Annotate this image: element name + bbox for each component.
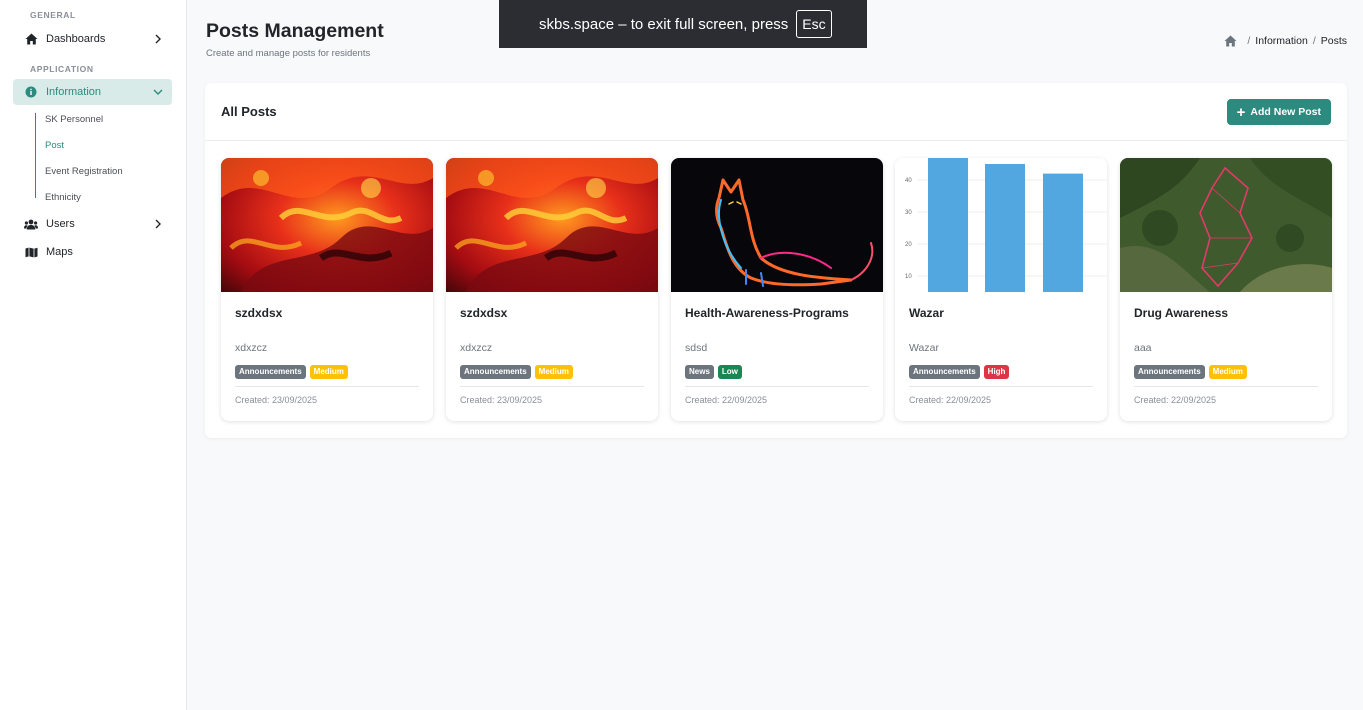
post-title: szdxdsx xyxy=(460,306,508,320)
sidebar-item-label: Dashboards xyxy=(46,33,106,45)
chevron-right-icon xyxy=(152,218,164,230)
breadcrumb-separator: / xyxy=(1247,35,1251,47)
sidebar-item-users[interactable]: Users xyxy=(13,211,172,237)
breadcrumb: / Information / Posts xyxy=(1224,35,1347,47)
fullscreen-message: skbs.space – to exit full screen, press xyxy=(539,15,789,33)
priority-badge: Medium xyxy=(309,365,348,379)
post-badges: News Low xyxy=(685,365,742,379)
card-title: All Posts xyxy=(221,104,277,119)
home-icon xyxy=(24,32,38,46)
sidebar-item-label: Users xyxy=(46,218,75,230)
sidebar-item-label: Maps xyxy=(46,246,73,258)
add-new-post-label: Add New Post xyxy=(1250,106,1321,118)
thumbnail-bar-chart: 40 30 20 10 xyxy=(905,158,1107,292)
post-image-abstract-flame xyxy=(221,158,433,292)
post-description: sdsd xyxy=(685,342,708,354)
add-new-post-button[interactable]: + Add New Post xyxy=(1226,99,1331,125)
esc-key-hint: Esc xyxy=(796,10,832,38)
section-label-general: GENERAL xyxy=(30,10,76,20)
priority-badge: Low xyxy=(717,365,742,379)
chart-bar xyxy=(1043,173,1083,292)
post-description: xdxzcz xyxy=(460,342,493,354)
card-divider xyxy=(909,386,1093,387)
post-badges: Announcements High xyxy=(909,365,1010,379)
sidebar-item-label: Information xyxy=(46,86,102,98)
priority-badge: Medium xyxy=(1208,365,1247,379)
post-image-abstract-flame xyxy=(446,158,658,292)
chart-bar xyxy=(985,164,1025,292)
sidebar-item-information[interactable]: Information xyxy=(13,79,172,105)
post-date: Created: 23/09/2025 xyxy=(460,395,543,405)
post-title: Wazar xyxy=(909,306,944,320)
post-description: Wazar xyxy=(909,342,939,354)
sidebar-subitem-ethnicity[interactable]: Ethnicity xyxy=(45,192,81,203)
chevron-down-icon xyxy=(152,86,164,98)
post-badges: Announcements Medium xyxy=(460,365,573,379)
breadcrumb-posts: Posts xyxy=(1320,35,1347,47)
card-divider xyxy=(235,386,419,387)
card-divider xyxy=(460,386,644,387)
chart-bar xyxy=(928,158,968,292)
sidebar-item-dashboards[interactable]: Dashboards xyxy=(13,26,172,52)
post-badges: Announcements Medium xyxy=(235,365,348,379)
card-divider xyxy=(1134,386,1318,387)
post-date: Created: 23/09/2025 xyxy=(235,395,318,405)
breadcrumb-separator: / xyxy=(1312,35,1316,47)
sidebar-subitem-sk-personnel[interactable]: SK Personnel xyxy=(45,114,103,125)
map-icon xyxy=(24,245,38,259)
post-card[interactable]: szdxdsx xdxzcz Announcements Medium Crea… xyxy=(446,158,658,421)
chevron-right-icon xyxy=(152,33,164,45)
category-badge: Announcements xyxy=(460,365,531,379)
post-description: xdxzcz xyxy=(235,342,268,354)
post-card[interactable]: szdxdsx xdxzcz Announcements Medium Crea… xyxy=(221,158,433,421)
post-card[interactable]: 40 30 20 10 Wazar Wazar Announcements High … xyxy=(895,158,1107,421)
post-date: Created: 22/09/2025 xyxy=(909,395,992,405)
priority-badge: Medium xyxy=(534,365,573,379)
sidebar-subitem-event-registration[interactable]: Event Registration xyxy=(45,166,123,177)
sidebar-item-maps[interactable]: Maps xyxy=(13,239,172,265)
card-header: All Posts + Add New Post xyxy=(205,83,1347,141)
breadcrumb-information[interactable]: Information xyxy=(1255,35,1308,47)
post-badges: Announcements Medium xyxy=(1134,365,1247,379)
post-card[interactable]: Health-Awareness-Programs sdsd News Low … xyxy=(671,158,883,421)
page-title: Posts Management xyxy=(206,20,384,42)
chart-tick-label: 10 xyxy=(905,274,912,280)
card-divider xyxy=(685,386,869,387)
post-date: Created: 22/09/2025 xyxy=(1134,395,1217,405)
plus-icon: + xyxy=(1236,103,1246,121)
section-label-application: APPLICATION xyxy=(30,64,94,74)
home-icon[interactable] xyxy=(1224,35,1237,47)
page-subtitle: Create and manage posts for residents xyxy=(206,48,371,59)
category-badge: Announcements xyxy=(909,365,980,379)
chart-tick-label: 40 xyxy=(905,178,912,184)
all-posts-card: All Posts + Add New Post szdxdsx xdxzcz … xyxy=(205,83,1347,438)
sidebar-subitem-post[interactable]: Post xyxy=(45,140,64,151)
info-circle-icon xyxy=(24,85,38,99)
users-icon xyxy=(24,217,38,231)
post-image-bar-chart: 40 30 20 10 xyxy=(895,158,1107,292)
fullscreen-notification: skbs.space – to exit full screen, press … xyxy=(499,0,867,48)
sidebar: GENERAL Dashboards APPLICATION Informati… xyxy=(0,0,187,710)
priority-badge: High xyxy=(983,365,1010,379)
post-image-neon-cat xyxy=(671,158,883,292)
post-title: Health-Awareness-Programs xyxy=(685,306,849,320)
chart-tick-label: 30 xyxy=(905,210,912,216)
post-title: Drug Awareness xyxy=(1134,306,1229,320)
category-badge: News xyxy=(685,365,714,379)
chart-tick-label: 20 xyxy=(905,242,912,248)
post-image-satellite-map xyxy=(1120,158,1332,292)
post-date: Created: 22/09/2025 xyxy=(685,395,768,405)
category-badge: Announcements xyxy=(1134,365,1205,379)
post-description: aaa xyxy=(1134,342,1152,354)
submenu-rail xyxy=(35,113,36,198)
post-card[interactable]: Drug Awareness aaa Announcements Medium … xyxy=(1120,158,1332,421)
post-title: szdxdsx xyxy=(235,306,283,320)
category-badge: Announcements xyxy=(235,365,306,379)
